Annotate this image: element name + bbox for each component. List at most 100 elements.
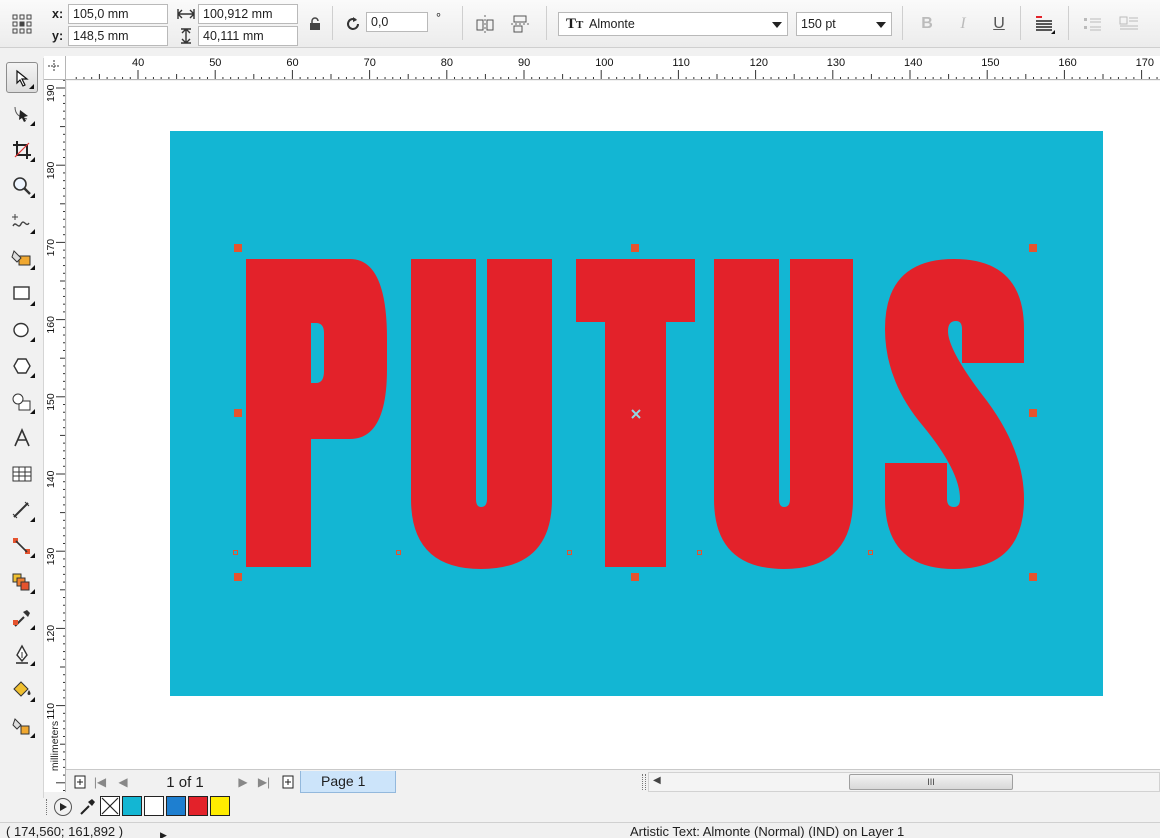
color-swatch[interactable] (144, 796, 164, 816)
color-swatch[interactable] (210, 796, 230, 816)
bullet-list-icon[interactable] (1080, 12, 1106, 36)
handle-top-left[interactable] (234, 244, 242, 252)
vertical-ruler[interactable]: 190 180 170 160 150 140 130 120 110 millimeters (44, 80, 66, 792)
handle-top-center[interactable] (631, 244, 639, 252)
handle-middle-right[interactable] (1029, 409, 1037, 417)
rotation-field[interactable]: 0,0 (366, 12, 428, 32)
handle-bottom-center[interactable] (631, 573, 639, 581)
rectangle-tool[interactable] (6, 278, 38, 309)
ruler-label: 160 (1058, 57, 1076, 69)
artistic-text-object[interactable] (67, 81, 1160, 769)
letter-u-2 (714, 259, 853, 569)
toolbox (0, 58, 44, 798)
ellipse-tool[interactable] (6, 314, 38, 345)
previous-page-icon[interactable]: ◀ (116, 773, 130, 791)
italic-icon[interactable]: I (950, 12, 976, 36)
lock-ratio-icon[interactable] (306, 14, 324, 34)
pick-tool[interactable] (6, 62, 38, 93)
no-color-swatch[interactable] (100, 796, 120, 816)
connector-tool[interactable] (6, 530, 38, 561)
color-palette (44, 793, 1160, 821)
ruler-origin[interactable] (44, 56, 66, 80)
letter-p (246, 259, 387, 567)
add-page-after-icon[interactable] (280, 773, 296, 791)
ruler-label: 170 (1136, 57, 1154, 69)
handle-bottom-left[interactable] (234, 573, 242, 581)
dimension-tool[interactable] (6, 494, 38, 525)
ruler-label: 50 (209, 57, 221, 69)
crop-icon (13, 140, 31, 159)
color-swatch[interactable] (166, 796, 186, 816)
smart-fill-2-tool[interactable] (6, 710, 38, 741)
palette-eyedropper-icon[interactable] (78, 797, 96, 817)
text-alignment-icon[interactable] (1030, 12, 1058, 38)
no-fill-icon (101, 797, 119, 815)
last-page-icon[interactable]: ▶| (256, 773, 272, 791)
chevron-down-icon (772, 22, 782, 28)
ruler-label: 80 (441, 57, 453, 69)
color-swatch[interactable] (188, 796, 208, 816)
width-icon (176, 6, 196, 22)
splitter-handle[interactable] (642, 774, 646, 790)
page-count: 1 of 1 (166, 773, 204, 791)
blend-tool[interactable] (6, 566, 38, 597)
shape-tool[interactable] (6, 98, 38, 129)
char-node[interactable] (868, 550, 873, 555)
text-tool[interactable] (6, 422, 38, 453)
horizontal-ruler[interactable]: 40 50 60 70 80 90 100 110 120 130 140 150 160 170 (66, 56, 1160, 80)
smart-fill-tool[interactable] (6, 242, 38, 273)
x-position-field[interactable]: 105,0 mm (68, 4, 168, 24)
scroll-left-icon[interactable]: ◀ (653, 775, 661, 786)
next-page-icon[interactable]: ▶ (236, 773, 250, 791)
first-page-icon[interactable]: |◀ (92, 773, 108, 791)
basic-shapes-tool[interactable] (6, 386, 38, 417)
rotation-unit: ° (436, 11, 441, 25)
mirror-horizontal-icon[interactable] (472, 12, 498, 36)
status-arrow-icon[interactable]: ▶ (160, 826, 167, 838)
ruler-label: 40 (132, 57, 144, 69)
polygon-tool[interactable] (6, 350, 38, 381)
handle-top-right[interactable] (1029, 244, 1037, 252)
add-page-before-icon[interactable] (72, 773, 88, 791)
ruler-label: 100 (595, 57, 613, 69)
zoom-tool[interactable] (6, 170, 38, 201)
x-label: x: (52, 7, 64, 21)
width-field[interactable]: 100,912 mm (198, 4, 298, 24)
table-tool[interactable] (6, 458, 38, 489)
fill-tool[interactable] (6, 674, 38, 705)
drawing-canvas[interactable] (67, 81, 1160, 769)
bold-icon[interactable]: B (914, 12, 940, 36)
scrollbar-thumb[interactable]: III (849, 774, 1013, 790)
font-size: 150 pt (801, 17, 836, 31)
char-node[interactable] (233, 550, 238, 555)
mirror-vertical-icon[interactable] (508, 12, 534, 36)
height-field[interactable]: 40,111 mm (198, 26, 298, 46)
handle-bottom-right[interactable] (1029, 573, 1037, 581)
horizontal-scrollbar[interactable]: ◀ III (648, 772, 1160, 792)
char-node[interactable] (697, 550, 702, 555)
page-navigator: |◀ ◀ 1 of 1 ▶ ▶| Page 1 ◀ III (66, 769, 1160, 793)
handle-middle-left[interactable] (234, 409, 242, 417)
reference-point-icon[interactable] (10, 12, 34, 36)
font-list-dropdown[interactable]: Almonte TT (558, 12, 788, 36)
crop-tool[interactable] (6, 134, 38, 165)
ruler-label: 120 (45, 625, 57, 643)
freehand-tool[interactable] (6, 206, 38, 237)
underline-icon[interactable]: U (986, 12, 1012, 36)
ruler-label: 120 (750, 57, 768, 69)
ruler-label: 130 (827, 57, 845, 69)
drop-cap-icon[interactable] (1116, 12, 1142, 36)
palette-grip[interactable] (46, 799, 50, 815)
pen-nib-icon (16, 644, 28, 664)
char-node[interactable] (567, 550, 572, 555)
rotate-icon (342, 14, 364, 34)
page-tab[interactable]: Page 1 (300, 771, 396, 793)
eyedropper-tool[interactable] (6, 602, 38, 633)
outline-pen-tool[interactable] (6, 638, 38, 669)
font-size-dropdown[interactable]: 150 pt (796, 12, 892, 36)
ruler-unit-label: millimeters (49, 720, 61, 772)
color-swatch[interactable] (122, 796, 142, 816)
y-position-field[interactable]: 148,5 mm (68, 26, 168, 46)
palette-play-icon[interactable] (54, 798, 72, 816)
char-node[interactable] (396, 550, 401, 555)
